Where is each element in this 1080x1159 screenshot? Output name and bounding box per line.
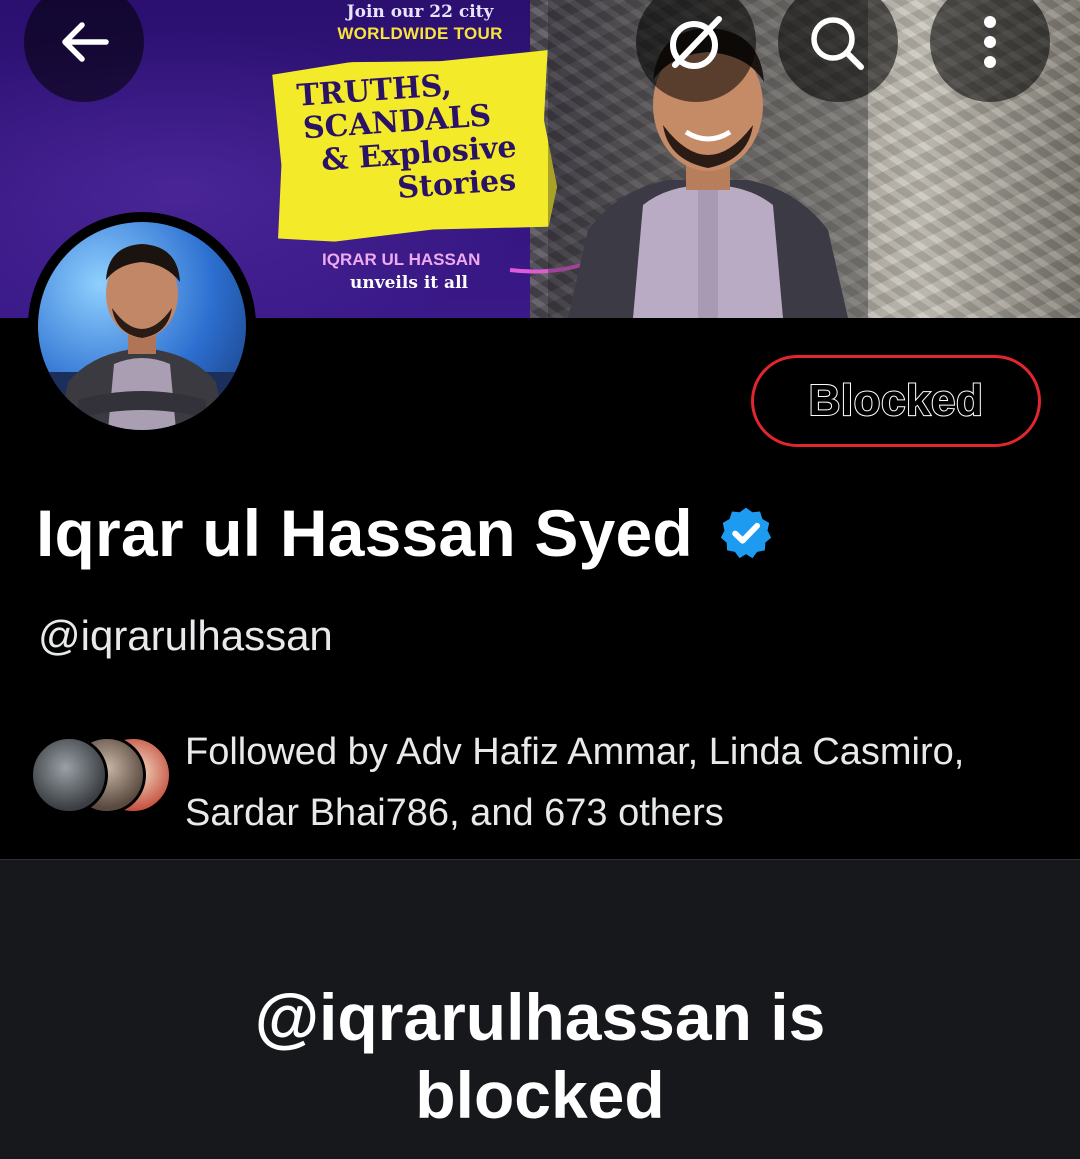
profile-handle: @iqrarulhassan — [38, 612, 333, 659]
avatar-photo — [38, 244, 246, 430]
followers-you-know-avatars[interactable] — [30, 736, 172, 814]
grok-icon — [670, 16, 722, 69]
profile-name-row: Iqrar ul Hassan Syed — [36, 490, 775, 576]
blocked-notice-line: @iqrarulhassan is — [254, 980, 826, 1054]
search-icon — [811, 17, 864, 70]
followed-by-text[interactable]: Followed by Adv Hafiz Ammar, Linda Casmi… — [185, 722, 1065, 844]
avatar[interactable] — [38, 222, 246, 430]
follower-avatar — [30, 736, 108, 814]
banner-byline-tagline: unveils it all — [350, 273, 468, 293]
blocked-notice-line: blocked — [415, 1058, 665, 1132]
profile-name: Iqrar ul Hassan Syed — [36, 496, 693, 570]
verified-badge-icon[interactable] — [717, 504, 775, 562]
more-vertical-icon — [984, 16, 996, 68]
blocked-button-label: Blocked — [808, 375, 984, 426]
blocked-button[interactable]: Blocked — [751, 355, 1041, 447]
arrow-left-icon — [62, 22, 109, 62]
banner-byline-name: IQRAR UL HASSAN — [322, 250, 481, 269]
banner-tour-line1: Join our 22 city — [346, 2, 494, 22]
banner-tour-line2: WORLDWIDE TOUR — [337, 24, 503, 43]
blocked-notice: @iqrarulhassan is blocked — [0, 978, 1080, 1134]
banner-headline: TRUTHS, SCANDALS & Explosive Stories — [286, 64, 535, 212]
